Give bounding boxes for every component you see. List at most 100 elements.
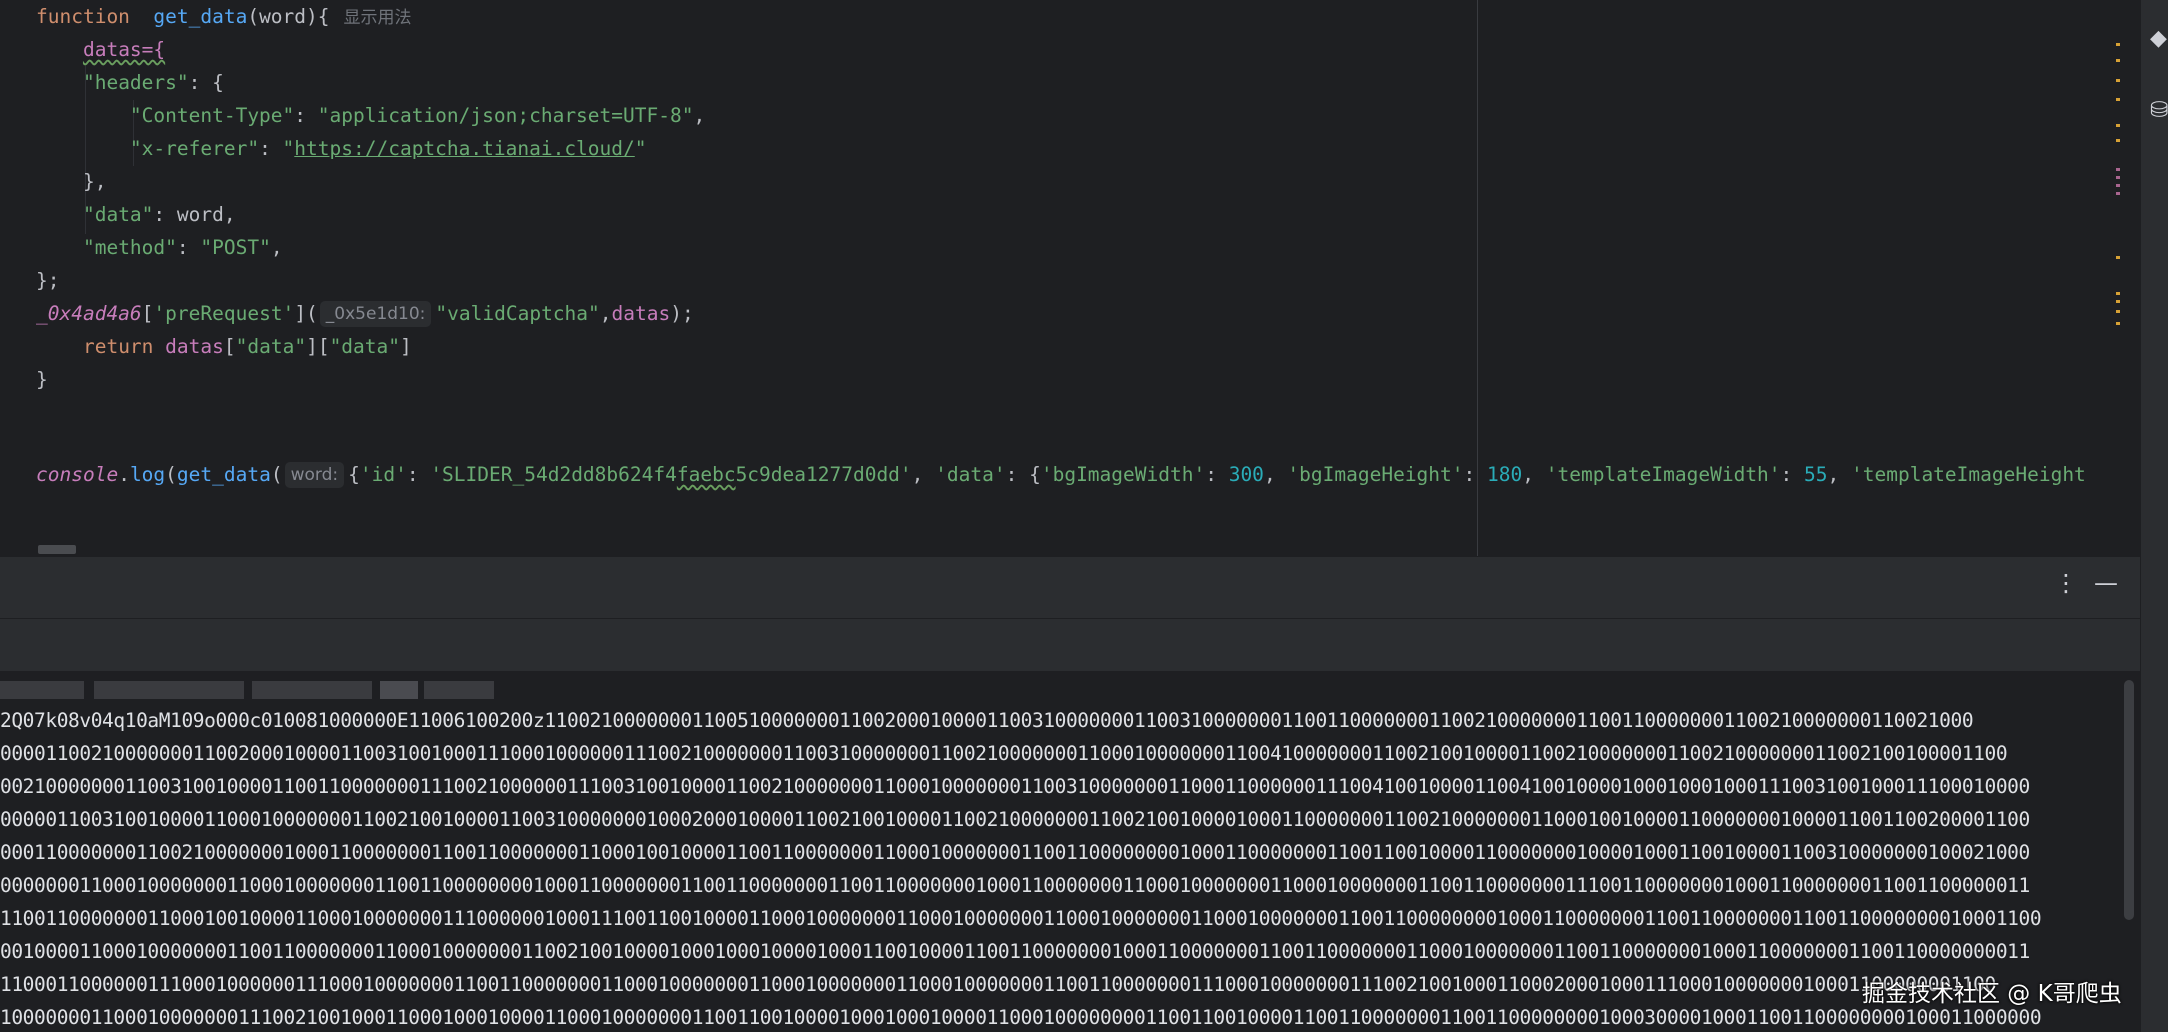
function-name: get_data <box>153 5 248 28</box>
console-output-line: 0000011003100100001100010000000110021001… <box>0 808 2030 831</box>
code-editor[interactable]: function get_data(word){显示用法 datas={ "he… <box>0 0 2120 556</box>
bg-image-width-value: 300 <box>1228 463 1264 486</box>
console-output-line: 0021000000011003100100001100110000000111… <box>0 775 2030 798</box>
console-output-line: 0000000110001000000011000100000001100110… <box>0 874 2030 897</box>
right-tool-strip <box>2140 0 2168 1032</box>
console-output-line: 1100011000000111000100000011100010000000… <box>0 973 1996 996</box>
run-toolwindow-toolbar <box>0 618 2140 672</box>
punct: { <box>348 463 360 486</box>
show-usages-hint[interactable]: 显示用法 <box>344 2 412 35</box>
error-stripe-marker[interactable] <box>2116 256 2120 259</box>
content-type-key: "Content-Type" <box>129 104 295 127</box>
editor-gutter <box>0 0 30 556</box>
punct: : <box>294 104 318 127</box>
code-line-10[interactable]: _0x4ad4a6['preRequest'](_0x5e1d10: "valid… <box>36 297 694 330</box>
method-value: "POST" <box>200 236 271 259</box>
code-line-5[interactable]: "x-referer": "https://captcha.tianai.clo… <box>36 132 647 165</box>
code-line-1[interactable]: function get_data(word){显示用法 <box>36 0 412 33</box>
data-key: 'data' <box>935 463 1006 486</box>
punct: [ <box>223 335 236 358</box>
error-stripe-marker[interactable] <box>2116 43 2120 46</box>
error-stripe-marker[interactable] <box>2116 322 2120 325</box>
parameter-hint: word: <box>284 462 345 488</box>
punct: : <box>1205 463 1229 486</box>
punct: : <box>176 236 201 259</box>
database-icon[interactable]: ⛁ <box>2150 98 2168 123</box>
punct: : { <box>1005 463 1041 486</box>
horizontal-scrollbar[interactable] <box>38 545 76 554</box>
error-stripe-marker[interactable] <box>2116 176 2120 179</box>
console-vertical-scrollbar[interactable] <box>2124 680 2134 920</box>
punct: , <box>911 463 936 486</box>
punct: , <box>599 302 612 325</box>
punct: : word, <box>153 203 236 226</box>
keyword-function: function <box>36 5 130 28</box>
punct: ( <box>165 463 177 486</box>
code-line-11[interactable]: return datas["data"]["data"] <box>36 330 412 363</box>
code-line-4[interactable]: "Content-Type": "application/json;charse… <box>36 99 705 132</box>
console-object: console <box>36 463 119 486</box>
console-output-line: 0001100000001100210000000100011000000011… <box>0 841 2030 864</box>
watermark-text: 掘金技术社区 @ K哥爬虫 <box>1862 981 2122 1007</box>
punct: : <box>406 463 431 486</box>
datas-variable: datas <box>611 302 671 325</box>
id-key: 'id' <box>359 463 407 486</box>
punct: " <box>634 137 647 160</box>
headers-key: "headers" <box>82 71 189 94</box>
punct: , <box>270 236 283 259</box>
code-line-7[interactable]: "data": word, <box>36 198 236 231</box>
valid-captcha-arg: "validCaptcha" <box>435 302 600 325</box>
punct: , <box>1827 463 1851 486</box>
code-line-6[interactable]: }, <box>36 165 106 198</box>
console-output-line: 2Q07k08v04q10aM109o000c010081000000E1100… <box>0 709 1974 732</box>
right-margin-guide <box>1477 0 1478 556</box>
log-method: log <box>129 463 166 486</box>
id-value: 5c9dea1277d0dd' <box>735 463 912 486</box>
punct: ] <box>400 335 412 358</box>
console-output-line: 1100110000000110001001000011000100000001… <box>0 907 2042 930</box>
error-stripe-marker[interactable] <box>2116 192 2120 195</box>
minimize-icon[interactable]: — <box>2094 569 2118 597</box>
template-image-height-key: 'templateImageHeight <box>1851 463 2086 486</box>
error-stripe-marker[interactable] <box>2116 184 2120 187</box>
error-stripe-marker[interactable] <box>2116 124 2120 127</box>
punct: : <box>259 137 283 160</box>
error-stripe-marker[interactable] <box>2116 168 2120 171</box>
more-options-icon[interactable]: ⋮ <box>2054 569 2078 597</box>
console-output-line: 1000000011000100000001110021001000110001… <box>0 1006 2042 1029</box>
data-key: "data" <box>82 203 154 226</box>
punct: ][ <box>306 335 330 358</box>
error-stripe-marker[interactable] <box>2116 98 2120 101</box>
bg-image-height-value: 180 <box>1487 463 1523 486</box>
bg-image-width-key: 'bgImageWidth' <box>1040 463 1206 486</box>
error-stripe-marker[interactable] <box>2116 139 2120 142</box>
code-line-8[interactable]: "method": "POST", <box>36 231 283 264</box>
code-line-2[interactable]: datas={ <box>36 33 165 66</box>
code-line-14[interactable]: console.log(get_data(word: {'id': 'SLIDER… <box>36 458 2086 491</box>
code-line-3[interactable]: "headers": { <box>36 66 224 99</box>
data-key: "data" <box>329 335 401 358</box>
error-stripe-marker[interactable] <box>2116 310 2120 313</box>
punct: . <box>118 463 130 486</box>
error-stripe-marker[interactable] <box>2116 300 2120 303</box>
punct: ); <box>670 302 694 325</box>
referer-url-link[interactable]: https://captcha.tianai.cloud/ <box>294 137 634 160</box>
prerequest-key: 'preRequest' <box>153 302 295 325</box>
punct: ( <box>270 463 283 486</box>
punct: : { <box>188 71 224 94</box>
code-line-9[interactable]: }; <box>36 264 59 297</box>
run-console-output[interactable]: 2Q07k08v04q10aM109o000c010081000000E1100… <box>0 671 2140 1032</box>
datas-assignment: datas={ <box>82 38 166 61</box>
punct: [ <box>141 302 154 325</box>
notifications-icon[interactable]: ◆ <box>2150 26 2167 51</box>
data-key: "data" <box>235 335 307 358</box>
console-output-line: 0010000110001000000011001100000001100010… <box>0 940 2030 963</box>
error-stripe-marker[interactable] <box>2116 59 2120 62</box>
error-stripe-marker[interactable] <box>2116 79 2120 82</box>
punct: ]( <box>294 302 318 325</box>
code-line-12[interactable]: } <box>36 363 48 396</box>
error-stripe-marker[interactable] <box>2116 292 2120 295</box>
punct: : <box>1780 463 1805 486</box>
run-toolwindow-header: ⋮ — <box>0 556 2140 619</box>
parameter-hint: _0x5e1d10: <box>319 301 432 327</box>
